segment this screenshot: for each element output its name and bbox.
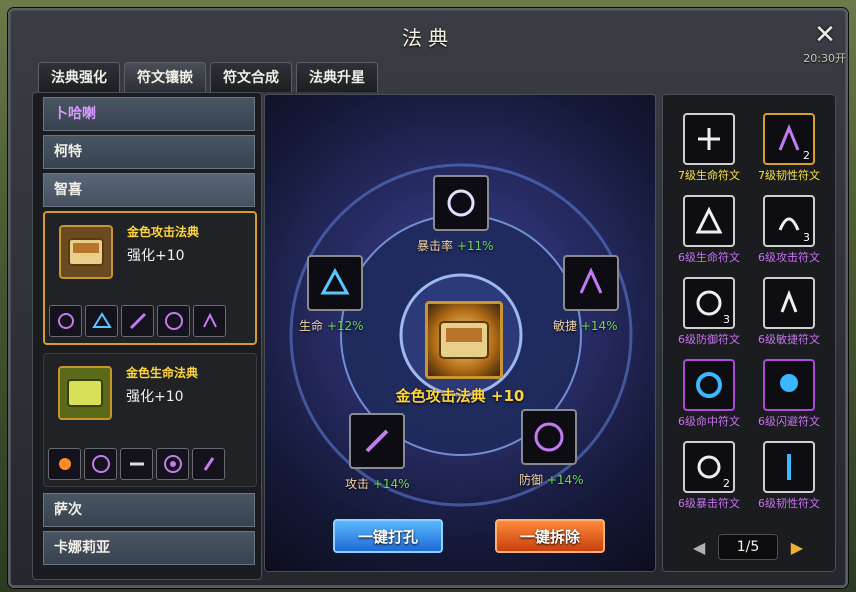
- tenacity-icon[interactable]: [192, 448, 225, 480]
- character-item[interactable]: 柯特: [43, 135, 255, 169]
- character-item[interactable]: 卜哈喇: [43, 97, 255, 131]
- book-card[interactable]: 金色攻击法典 强化+10: [43, 211, 257, 345]
- book-rune-row: [49, 305, 226, 337]
- rune-slot-agility[interactable]: [563, 255, 619, 311]
- life-icon[interactable]: [48, 448, 81, 480]
- stat-label-attack: 攻击 +14%: [345, 477, 410, 491]
- rune-item[interactable]: 6级命中符文: [669, 353, 749, 433]
- character-item[interactable]: 智喜: [43, 173, 255, 207]
- pager: ◀ 1/5 ▶: [693, 533, 803, 561]
- remove-all-button[interactable]: 一键拆除: [495, 519, 605, 553]
- agility-icon[interactable]: [193, 305, 226, 337]
- book-name: 金色生命法典: [126, 366, 199, 380]
- life-icon: [683, 195, 735, 247]
- tab-codex-upstar[interactable]: 法典升星: [296, 62, 378, 92]
- stat-label-crit: 暴击率 +11%: [417, 239, 494, 253]
- book-card[interactable]: 金色生命法典 强化+10: [43, 353, 257, 487]
- hit-icon: [683, 359, 735, 411]
- crit-icon[interactable]: [49, 305, 82, 337]
- hit-icon[interactable]: [156, 448, 189, 480]
- rune-slot-crit[interactable]: [433, 175, 489, 231]
- character-panel: 卜哈喇 柯特 智喜 金色攻击法典 强化+10 金色生命法典 强化+10 萨次 卡…: [32, 92, 262, 580]
- defense-icon[interactable]: [84, 448, 117, 480]
- life-icon: [683, 113, 735, 165]
- rune-item[interactable]: 3 6级防御符文: [669, 271, 749, 351]
- agility-icon: [763, 277, 815, 329]
- rune-name: 6级韧性符文: [758, 497, 820, 510]
- tab-codex-enhance[interactable]: 法典强化: [38, 62, 120, 92]
- tab-rune-synthesis[interactable]: 符文合成: [210, 62, 292, 92]
- rune-item[interactable]: 6级韧性符文: [749, 435, 829, 515]
- dodge-icon: [763, 359, 815, 411]
- stat-label-defense: 防御 +14%: [519, 473, 584, 487]
- rune-item[interactable]: 7级生命符文: [669, 107, 749, 187]
- book-name: 金色攻击法典: [127, 225, 200, 239]
- rune-item[interactable]: 2 6级暴击符文: [669, 435, 749, 515]
- page-indicator: 1/5: [718, 534, 778, 560]
- rune-name: 6级闪避符文: [758, 415, 820, 428]
- punch-all-button[interactable]: 一键打孔: [333, 519, 443, 553]
- rune-name: 7级韧性符文: [758, 169, 820, 182]
- rune-name: 6级攻击符文: [758, 251, 820, 264]
- clock-text: 20:30开: [803, 52, 846, 65]
- rune-name: 6级命中符文: [678, 415, 740, 428]
- close-button[interactable]: ✕: [812, 22, 838, 48]
- stat-label-agility: 敏捷 +14%: [553, 319, 618, 333]
- character-item[interactable]: 卡娜莉亚: [43, 531, 255, 565]
- defense-icon: 3: [683, 277, 735, 329]
- rune-slot-attack[interactable]: [349, 413, 405, 469]
- attack-icon: 3: [763, 195, 815, 247]
- rune-name: 7级生命符文: [678, 169, 740, 182]
- crit-icon: 2: [683, 441, 735, 493]
- codex-window: 法典 ✕ 20:30开 法典强化 符文镶嵌 符文合成 法典升星 卜哈喇 柯特 智…: [8, 8, 848, 588]
- life-icon[interactable]: [85, 305, 118, 337]
- book-level: 强化+10: [127, 248, 185, 264]
- life-book-icon: [58, 366, 112, 420]
- attack-icon[interactable]: [121, 305, 154, 337]
- rune-inventory: 7级生命符文 2 7级韧性符文 6级生命符文 3 6级攻击符文 3 6级防御符文…: [662, 94, 836, 572]
- defense-icon[interactable]: [157, 305, 190, 337]
- next-page-icon[interactable]: ▶: [791, 538, 803, 557]
- rune-item[interactable]: 3 6级攻击符文: [749, 189, 829, 269]
- rune-name: 6级敏捷符文: [758, 333, 820, 346]
- tab-rune-inlay[interactable]: 符文镶嵌: [124, 62, 206, 92]
- selected-book-icon: [425, 301, 503, 379]
- rune-slot-life[interactable]: [307, 255, 363, 311]
- character-item[interactable]: 萨次: [43, 493, 255, 527]
- inlay-panel: 暴击率 +11% 生命 +12% 敏捷 +14% 攻击 +14% 防御 +14%: [264, 94, 656, 572]
- rune-item[interactable]: 6级闪避符文: [749, 353, 829, 433]
- tenacity-icon: 2: [763, 113, 815, 165]
- rune-item[interactable]: 2 7级韧性符文: [749, 107, 829, 187]
- attack-book-icon: [59, 225, 113, 279]
- prev-page-icon[interactable]: ◀: [693, 538, 705, 557]
- book-level: 强化+10: [126, 389, 184, 405]
- rune-item[interactable]: 6级敏捷符文: [749, 271, 829, 351]
- tenacity-icon: [763, 441, 815, 493]
- rune-name: 6级暴击符文: [678, 497, 740, 510]
- book-rune-row: [48, 448, 225, 480]
- window-title: 法典: [402, 26, 454, 50]
- tab-bar: 法典强化 符文镶嵌 符文合成 法典升星: [38, 62, 378, 92]
- rune-slot-defense[interactable]: [521, 409, 577, 465]
- rune-name: 6级防御符文: [678, 333, 740, 346]
- dodge-icon[interactable]: [120, 448, 153, 480]
- stat-label-life: 生命 +12%: [299, 319, 364, 333]
- selected-book-name: 金色攻击法典 +10: [395, 387, 525, 405]
- rune-name: 6级生命符文: [678, 251, 740, 264]
- rune-item[interactable]: 6级生命符文: [669, 189, 749, 269]
